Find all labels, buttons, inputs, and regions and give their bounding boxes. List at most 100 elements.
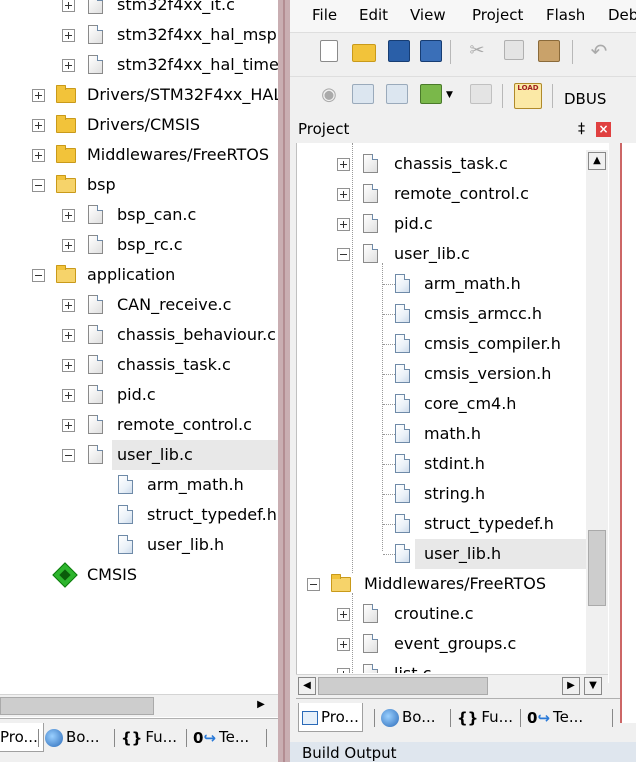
scrollbar-thumb[interactable] <box>588 530 606 606</box>
batch-build-icon[interactable] <box>420 84 442 104</box>
scroll-down-arrow-icon[interactable]: ▼ <box>584 677 602 695</box>
expand-icon[interactable] <box>62 389 75 402</box>
project-item-user-lib-c[interactable]: user_lib.c <box>297 239 587 269</box>
expand-icon[interactable] <box>32 149 45 162</box>
tree-item-bsp-can[interactable]: bsp_can.c <box>0 200 278 230</box>
expand-icon[interactable] <box>337 638 350 651</box>
expand-icon[interactable] <box>62 209 75 222</box>
project-item-cmsis-compiler-h[interactable]: cmsis_compiler.h <box>297 329 587 359</box>
expand-icon[interactable] <box>337 188 350 201</box>
tree-item-arm-math-h[interactable]: arm_math.h <box>0 470 278 500</box>
rebuild-icon[interactable] <box>386 84 408 104</box>
menu-project[interactable]: Project <box>472 6 523 24</box>
project-item-middlewares-freertos[interactable]: Middlewares/FreeRTOS <box>297 569 587 599</box>
save-icon[interactable] <box>388 40 410 62</box>
project-item-user-lib-h[interactable]: user_lib.h <box>297 539 587 569</box>
expand-icon[interactable] <box>62 0 75 12</box>
new-file-icon[interactable] <box>320 40 338 62</box>
load-download-icon[interactable]: LOAD <box>514 83 542 109</box>
expand-icon[interactable] <box>32 89 45 102</box>
expand-icon[interactable] <box>62 239 75 252</box>
tree-item-stm32f4xx-hal-timebase[interactable]: stm32f4xx_hal_timeb <box>0 50 278 80</box>
project-item-event-groups[interactable]: event_groups.c <box>297 629 587 659</box>
tab-project[interactable]: Pro... <box>298 703 363 732</box>
expand-icon[interactable] <box>62 419 75 432</box>
project-item-arm-math-h[interactable]: arm_math.h <box>297 269 587 299</box>
project-item-cmsis-armcc-h[interactable]: cmsis_armcc.h <box>297 299 587 329</box>
tab-books[interactable]: Bo... <box>42 723 103 751</box>
tree-item-middlewares-freertos[interactable]: Middlewares/FreeRTOS <box>0 140 278 170</box>
project-item-croutine[interactable]: croutine.c <box>297 599 587 629</box>
scrollbar-thumb[interactable] <box>318 677 488 695</box>
tree-item-application[interactable]: application <box>0 260 278 290</box>
pin-icon[interactable]: ‡ <box>578 121 585 137</box>
tab-books[interactable]: Bo... <box>378 703 439 731</box>
expand-icon[interactable] <box>337 608 350 621</box>
tree-item-struct-typedef-h[interactable]: struct_typedef.h <box>0 500 278 530</box>
project-item-struct-typedef-h[interactable]: struct_typedef.h <box>297 509 587 539</box>
save-all-icon[interactable] <box>420 40 442 62</box>
tree-item-cmsis[interactable]: CMSIS <box>0 560 278 590</box>
left-horizontal-scrollbar[interactable]: ▶ <box>0 694 278 717</box>
collapse-icon[interactable] <box>337 248 350 261</box>
dropdown-arrow-icon[interactable]: ▼ <box>446 84 458 106</box>
paste-icon[interactable] <box>538 40 560 62</box>
project-vertical-scrollbar[interactable]: ▲ <box>586 150 608 686</box>
tab-templates[interactable]: 0↪ Te... <box>524 703 586 731</box>
expand-icon[interactable] <box>337 158 350 171</box>
scroll-up-arrow-icon[interactable]: ▲ <box>588 152 606 170</box>
open-folder-icon[interactable] <box>352 44 376 62</box>
project-item-core-cm4-h[interactable]: core_cm4.h <box>297 389 587 419</box>
scrollbar-thumb[interactable] <box>0 697 154 715</box>
close-icon[interactable]: × <box>596 122 611 137</box>
menu-view[interactable]: View <box>410 6 446 24</box>
tree-item-drivers-cmsis[interactable]: Drivers/CMSIS <box>0 110 278 140</box>
tree-item-stm32f4xx-it[interactable]: stm32f4xx_it.c <box>0 0 278 20</box>
target-selector[interactable]: DBUS <box>564 90 606 108</box>
menu-flash[interactable]: Flash <box>546 6 585 24</box>
tab-functions[interactable]: {} Fu... <box>118 723 180 751</box>
tree-item-chassis-behaviour[interactable]: chassis_behaviour.c <box>0 320 278 350</box>
expand-icon[interactable] <box>32 119 45 132</box>
tree-item-bsp-rc[interactable]: bsp_rc.c <box>0 230 278 260</box>
project-item-remote-control[interactable]: remote_control.c <box>297 179 587 209</box>
expand-icon[interactable] <box>337 218 350 231</box>
project-item-list[interactable]: list.c <box>297 659 587 673</box>
tree-item-remote-control[interactable]: remote_control.c <box>0 410 278 440</box>
collapse-icon[interactable] <box>307 578 320 591</box>
expand-icon[interactable] <box>62 299 75 312</box>
tab-functions[interactable]: {} Fu... <box>454 703 516 731</box>
pane-splitter[interactable] <box>278 0 290 762</box>
project-item-math-h[interactable]: math.h <box>297 419 587 449</box>
project-item-pid[interactable]: pid.c <box>297 209 587 239</box>
collapse-icon[interactable] <box>62 449 75 462</box>
undo-icon[interactable]: ↶ <box>588 40 610 62</box>
tree-item-bsp[interactable]: bsp <box>0 170 278 200</box>
expand-icon[interactable] <box>62 359 75 372</box>
menu-edit[interactable]: Edit <box>359 6 388 24</box>
project-item-stdint-h[interactable]: stdint.h <box>297 449 587 479</box>
project-horizontal-scrollbar[interactable]: ◀ ▶ ▼ <box>296 674 608 697</box>
tree-item-user-lib-c[interactable]: user_lib.c <box>0 440 278 470</box>
tree-item-chassis-task[interactable]: chassis_task.c <box>0 350 278 380</box>
stop-build-icon[interactable] <box>470 84 492 104</box>
project-item-string-h[interactable]: string.h <box>297 479 587 509</box>
copy-icon[interactable] <box>504 40 524 60</box>
project-item-chassis-task[interactable]: chassis_task.c <box>297 149 587 179</box>
tab-templates[interactable]: 0↪ Te... <box>190 723 252 751</box>
menu-file[interactable]: File <box>312 6 337 24</box>
expand-icon[interactable] <box>337 668 350 673</box>
tree-item-stm32f4xx-hal-msp[interactable]: stm32f4xx_hal_msp.c <box>0 20 278 50</box>
cut-icon[interactable]: ✂ <box>466 40 488 62</box>
collapse-icon[interactable] <box>32 269 45 282</box>
expand-icon[interactable] <box>62 29 75 42</box>
translate-icon[interactable]: ◉ <box>318 84 340 106</box>
scroll-left-arrow-icon[interactable]: ◀ <box>298 677 316 695</box>
tree-item-can-receive[interactable]: CAN_receive.c <box>0 290 278 320</box>
tree-item-user-lib-h[interactable]: user_lib.h <box>0 530 278 560</box>
collapse-icon[interactable] <box>32 179 45 192</box>
build-icon[interactable] <box>352 84 374 104</box>
tree-item-drivers-hal[interactable]: Drivers/STM32F4xx_HAL_ <box>0 80 278 110</box>
menu-debug[interactable]: Deb <box>608 6 636 24</box>
scroll-right-arrow-icon[interactable]: ▶ <box>252 697 270 715</box>
